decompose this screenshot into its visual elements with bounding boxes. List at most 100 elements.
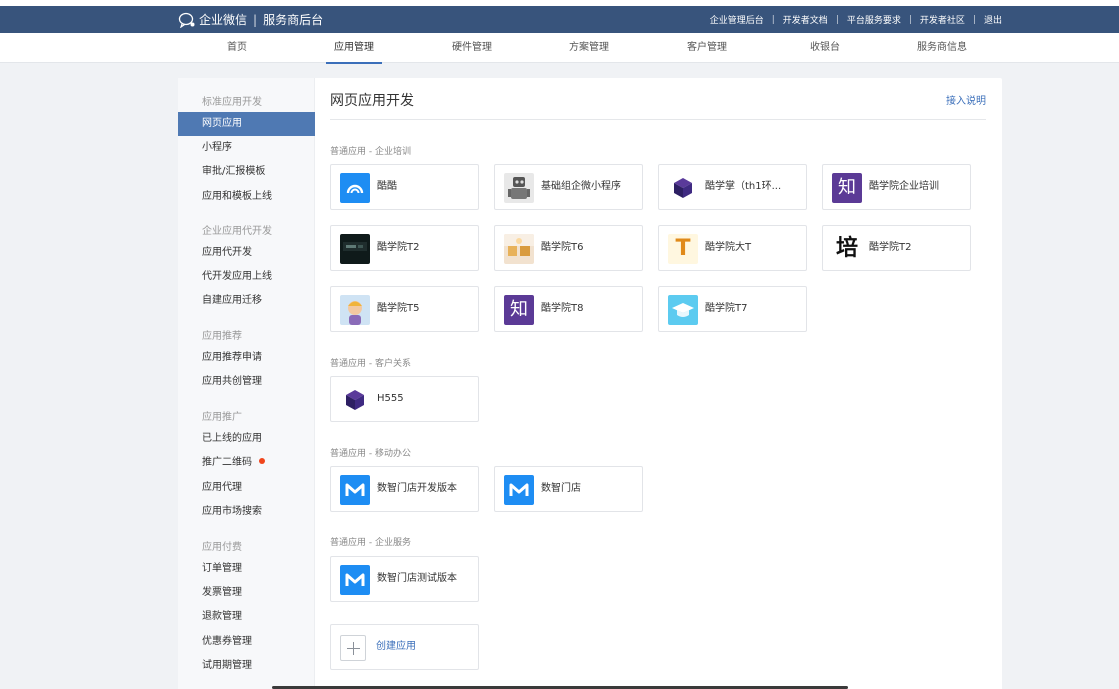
link-divider: | — [771, 14, 775, 25]
top-links: 企业管理后台 | 开发者文档 | 平台服务要求 | 开发者社区 | 退出 — [710, 6, 1002, 33]
dark-photo-icon — [340, 234, 370, 264]
brand-separator: | — [253, 12, 258, 27]
nav-cashier[interactable]: 收银台 — [810, 33, 840, 63]
link-logout[interactable]: 退出 — [984, 13, 1002, 26]
sidebar: 标准应用开发 网页应用 小程序 审批/汇报模板 应用和模板上线 企业应用代开发 … — [178, 78, 315, 689]
m-logo-icon — [340, 475, 370, 505]
link-dev-docs[interactable]: 开发者文档 — [783, 13, 828, 26]
link-enterprise-admin[interactable]: 企业管理后台 — [710, 13, 764, 26]
app-card[interactable]: 知 酷学院企业培训 — [822, 164, 971, 210]
sidebar-group-standard: 标准应用开发 — [202, 97, 262, 108]
nav-customers[interactable]: 客户管理 — [687, 33, 727, 63]
sidebar-item-orders[interactable]: 订单管理 — [178, 557, 315, 581]
cartoon-avatar-icon — [340, 295, 370, 325]
sidebar-item-trial-period[interactable]: 试用期管理 — [178, 654, 315, 678]
sidebar-group-promotion: 应用推广 — [202, 412, 242, 423]
sidebar-item-custom-launch[interactable]: 代开发应用上线 — [178, 265, 315, 289]
sidebar-item-app-migration[interactable]: 自建应用迁移 — [178, 289, 315, 313]
nav-home[interactable]: 首页 — [227, 33, 247, 63]
app-name: 酷学院T7 — [705, 303, 748, 314]
sidebar-group-custom-dev: 企业应用代开发 — [202, 226, 272, 237]
sidebar-item-mini-program[interactable]: 小程序 — [178, 136, 315, 160]
sidebar-item-coupons[interactable]: 优惠券管理 — [178, 630, 315, 654]
nav-provider-info[interactable]: 服务商信息 — [917, 33, 967, 63]
link-divider: | — [972, 14, 976, 25]
create-app-label: 创建应用 — [376, 641, 416, 652]
nav-solutions[interactable]: 方案管理 — [569, 33, 609, 63]
app-card[interactable]: 酷学院T6 — [494, 225, 643, 271]
page-title: 网页应用开发 — [330, 93, 414, 109]
link-dev-community[interactable]: 开发者社区 — [920, 13, 965, 26]
app-card[interactable]: 数智门店 — [494, 466, 643, 512]
app-name: 数智门店开发版本 — [377, 483, 457, 494]
app-name: H555 — [377, 393, 404, 404]
zhi-logo-icon: 知 — [504, 295, 534, 325]
app-name: 数智门店 — [541, 483, 581, 494]
app-name: 酷学院T2 — [377, 242, 420, 253]
app-card[interactable]: 基础组企微小程序 — [494, 164, 643, 210]
letter-t-icon: T — [668, 234, 698, 264]
wecom-logo-icon — [178, 12, 195, 28]
m-logo-icon — [504, 475, 534, 505]
app-name: 酷学院大T — [705, 242, 752, 253]
sidebar-item-online-apps[interactable]: 已上线的应用 — [178, 427, 315, 451]
brand[interactable]: 企业微信 | 服务商后台 — [178, 6, 323, 33]
help-link[interactable]: 接入说明 — [946, 92, 986, 107]
brand-name: 企业微信 — [199, 13, 248, 27]
m-logo-icon — [340, 565, 370, 595]
app-name: 酷学院T8 — [541, 303, 584, 314]
sidebar-item-web-apps[interactable]: 网页应用 — [178, 112, 315, 136]
sidebar-item-app-launch[interactable]: 应用和模板上线 — [178, 185, 315, 209]
app-name: 基础组企微小程序 — [541, 181, 621, 192]
sidebar-item-label: 推广二维码 — [202, 457, 252, 468]
nav-hardware[interactable]: 硬件管理 — [452, 33, 492, 63]
app-name: 酷学院T5 — [377, 303, 420, 314]
app-name: 酷学掌（th1环... — [705, 181, 782, 192]
sidebar-item-invoices[interactable]: 发票管理 — [178, 581, 315, 605]
robot-photo-icon — [504, 173, 534, 203]
brand-subtitle: 服务商后台 — [263, 13, 324, 27]
app-name: 数智门店测试版本 — [377, 573, 457, 584]
app-card[interactable]: 数智门店测试版本 — [330, 556, 479, 602]
main-nav: 首页 应用管理 硬件管理 方案管理 客户管理 收银台 服务商信息 — [0, 33, 1119, 64]
sidebar-item-refunds[interactable]: 退款管理 — [178, 605, 315, 629]
sidebar-group-recommend: 应用推荐 — [202, 331, 242, 342]
app-card[interactable]: 酷学掌（th1环... — [658, 164, 807, 210]
cloud-app-icon — [340, 173, 370, 203]
nav-app-management[interactable]: 应用管理 — [326, 33, 382, 64]
section-label-customer: 普通应用 - 客户关系 — [330, 359, 411, 369]
app-card[interactable]: 酷学院T5 — [330, 286, 479, 332]
app-card[interactable]: 培 酷学院T2 — [822, 225, 971, 271]
app-name: 酷学院T2 — [869, 242, 912, 253]
app-name: 酷学院T6 — [541, 242, 584, 253]
link-platform-requirements[interactable]: 平台服务要求 — [847, 13, 901, 26]
zhi-logo-icon: 知 — [832, 173, 862, 203]
title-divider — [330, 119, 986, 120]
sidebar-item-custom-dev[interactable]: 应用代开发 — [178, 241, 315, 265]
app-card[interactable]: H555 — [330, 376, 479, 422]
top-bar: 企业微信 | 服务商后台 企业管理后台 | 开发者文档 | 平台服务要求 | 开… — [0, 6, 1119, 33]
app-card[interactable]: 酷学院T2 — [330, 225, 479, 271]
sidebar-item-market-search[interactable]: 应用市场搜索 — [178, 500, 315, 524]
app-card[interactable]: 酷酷 — [330, 164, 479, 210]
app-card[interactable]: T 酷学院大T — [658, 225, 807, 271]
sidebar-item-app-agent[interactable]: 应用代理 — [178, 476, 315, 500]
link-divider: | — [908, 14, 912, 25]
plus-icon — [340, 635, 366, 661]
section-label-enterprise-service: 普通应用 - 企业服务 — [330, 538, 411, 548]
app-card[interactable]: 知 酷学院T8 — [494, 286, 643, 332]
section-label-training: 普通应用 - 企业培训 — [330, 147, 411, 157]
cube-logo-icon — [668, 173, 698, 203]
pei-character-icon: 培 — [832, 234, 862, 264]
cube-logo-icon — [340, 385, 370, 415]
content-panel: 标准应用开发 网页应用 小程序 审批/汇报模板 应用和模板上线 企业应用代开发 … — [178, 78, 1002, 689]
app-card[interactable]: 酷学院T7 — [658, 286, 807, 332]
room-photo-icon — [504, 234, 534, 264]
sidebar-item-promo-qrcode[interactable]: 推广二维码 — [178, 451, 315, 475]
create-app-button[interactable]: 创建应用 — [330, 624, 479, 670]
sidebar-item-co-creation[interactable]: 应用共创管理 — [178, 370, 315, 394]
sidebar-item-recommend-apply[interactable]: 应用推荐申请 — [178, 346, 315, 370]
app-card[interactable]: 数智门店开发版本 — [330, 466, 479, 512]
sidebar-item-approval-templates[interactable]: 审批/汇报模板 — [178, 160, 315, 184]
notification-dot — [259, 458, 265, 464]
